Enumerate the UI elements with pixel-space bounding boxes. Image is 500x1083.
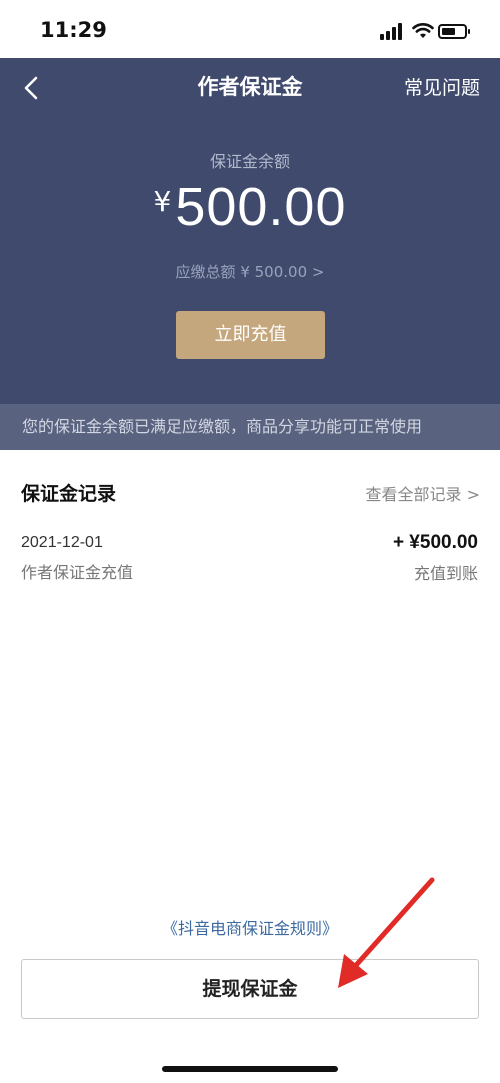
balance-header: 作者保证金 常见问题 保证金余额 ¥500.00 应缴总额 ¥ 500.00 >… bbox=[0, 58, 500, 450]
recharge-button[interactable]: 立即充值 bbox=[176, 311, 325, 359]
annotation-arrow-icon bbox=[338, 877, 435, 988]
faq-link[interactable]: 常见问题 bbox=[404, 73, 480, 100]
notice-bar: 您的保证金余额已满足应缴额，商品分享功能可正常使用 bbox=[0, 404, 500, 450]
balance-amount: ¥500.00 bbox=[0, 176, 500, 238]
status-time: 11:29 bbox=[40, 18, 107, 42]
view-all-records-link[interactable]: 查看全部记录 > bbox=[366, 481, 481, 505]
record-date: 2021-12-01 bbox=[21, 534, 103, 551]
battery-icon bbox=[438, 24, 470, 39]
signal-icon bbox=[380, 22, 404, 40]
record-status: 充值到账 bbox=[413, 564, 478, 583]
wifi-icon bbox=[412, 23, 434, 38]
status-bar: 11:29 bbox=[0, 0, 500, 58]
record-description: 作者保证金充值 bbox=[21, 563, 134, 582]
status-icons bbox=[380, 22, 472, 42]
currency-symbol: ¥ bbox=[153, 185, 172, 218]
balance-label: 保证金余额 bbox=[209, 152, 290, 171]
records-title: 保证金记录 bbox=[21, 483, 117, 505]
home-indicator bbox=[162, 1066, 338, 1072]
record-amount: + ¥500.00 bbox=[392, 532, 478, 553]
payable-total-link[interactable]: 应缴总额 ¥ 500.00 > bbox=[0, 261, 500, 282]
balance-value: 500.00 bbox=[175, 177, 347, 237]
